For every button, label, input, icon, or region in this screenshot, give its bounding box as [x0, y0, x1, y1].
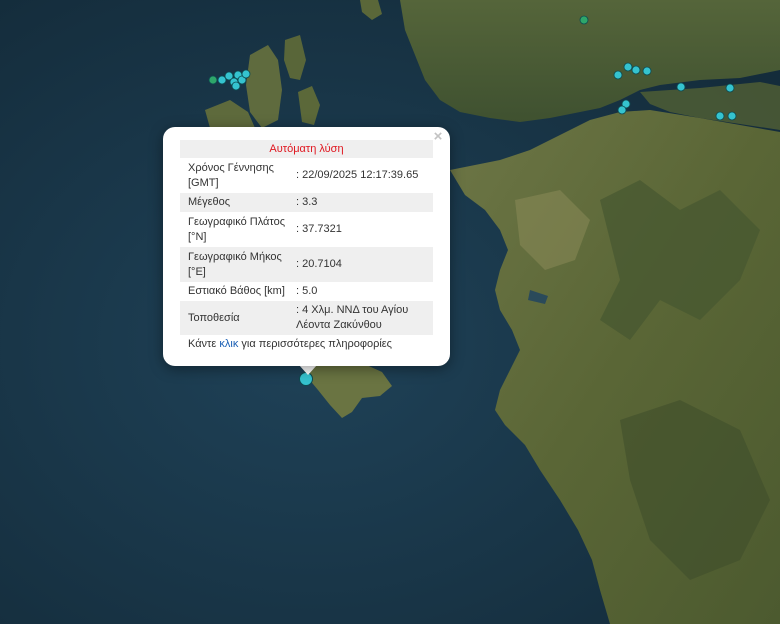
popup-content: Αυτόματη λύση Χρόνος Γέννησης [GMT] : 22… [180, 140, 433, 350]
magnitude-label: Μέγεθος [188, 196, 231, 208]
footer-suffix: για περισσότερες πληροφορίες [238, 338, 392, 350]
location-label: Τοποθεσία [188, 311, 240, 324]
earthquake-marker[interactable] [579, 15, 589, 25]
latitude-value: : 37.7321 [296, 223, 342, 235]
earthquake-marker[interactable] [725, 83, 735, 93]
longitude-label: Γεωγραφικό Μήκος [°E] [188, 250, 282, 278]
earthquake-marker[interactable] [676, 82, 686, 92]
origin-time-value: : 22/09/2025 12:17:39.65 [296, 169, 419, 181]
earthquake-marker[interactable] [208, 75, 218, 85]
latitude-label: Γεωγραφικό Πλάτος [°N] [188, 215, 286, 243]
popup-title: Αυτόματη λύση [180, 140, 433, 158]
table-row: Χρόνος Γέννησης [GMT] : 22/09/2025 12:17… [180, 158, 433, 193]
earthquake-marker[interactable] [241, 69, 251, 79]
longitude-value: : 20.7104 [296, 258, 342, 270]
table-row: Γεωγραφικό Μήκος [°E] : 20.7104 [180, 247, 433, 282]
earthquake-marker[interactable] [715, 111, 725, 121]
depth-label: Εστιακό Βάθος [km] [188, 285, 285, 297]
close-icon[interactable]: × [431, 129, 445, 144]
more-info-text: Κάντε κλικ για περισσότερες πληροφορίες [180, 338, 433, 350]
popup-tip [299, 365, 317, 375]
earthquake-details-table: Χρόνος Γέννησης [GMT] : 22/09/2025 12:17… [180, 158, 433, 335]
table-row: Τοποθεσία : 4 Χλμ. ΝΝΔ του Αγίου Λέοντα … [180, 301, 433, 335]
earthquake-marker[interactable] [617, 105, 627, 115]
table-row: Εστιακό Βάθος [km] : 5.0 [180, 282, 433, 301]
earthquake-info-popup: × Αυτόματη λύση Χρόνος Γέννησης [GMT] : … [163, 127, 450, 366]
earthquake-marker[interactable] [613, 70, 623, 80]
table-row: Μέγεθος : 3.3 [180, 193, 433, 212]
earthquake-marker[interactable] [623, 62, 633, 72]
more-info-link[interactable]: κλικ [219, 338, 238, 350]
earthquake-marker[interactable] [231, 81, 241, 91]
magnitude-value: : 3.3 [296, 196, 318, 208]
earthquake-marker[interactable] [631, 65, 641, 75]
table-row: Γεωγραφικό Πλάτος [°N] : 37.7321 [180, 212, 433, 247]
earthquake-marker[interactable] [642, 66, 652, 76]
depth-value: : 5.0 [296, 285, 318, 297]
location-value: : 4 Χλμ. ΝΝΔ του Αγίου Λέοντα Ζακύνθου [296, 304, 409, 331]
footer-prefix: Κάντε [188, 338, 220, 350]
earthquake-marker[interactable] [727, 111, 737, 121]
origin-time-label: Χρόνος Γέννησης [GMT] [188, 161, 274, 189]
